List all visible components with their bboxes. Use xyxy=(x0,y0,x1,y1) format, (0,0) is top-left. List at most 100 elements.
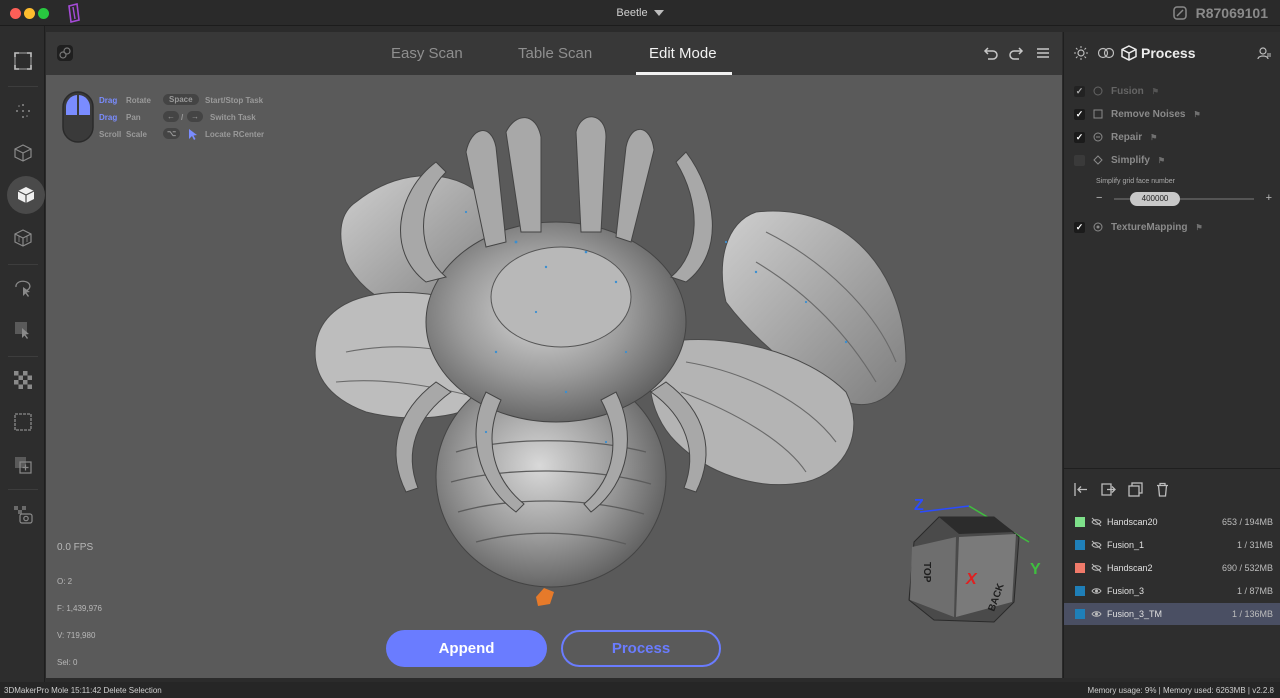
layer-row[interactable]: Fusion_3 1 / 87MB xyxy=(1064,580,1280,602)
simplify-slider[interactable]: − 400000 + xyxy=(1096,192,1272,206)
layer-name: Fusion_3_TM xyxy=(1107,609,1163,619)
mesh-tool[interactable] xyxy=(7,176,45,214)
textured-mesh-tool[interactable] xyxy=(8,223,38,253)
layer-color-swatch[interactable] xyxy=(1075,563,1085,573)
user-settings-icon[interactable] xyxy=(1257,46,1271,60)
layer-size: 1 / 31MB xyxy=(1236,540,1273,550)
add-region-tool[interactable] xyxy=(8,450,38,480)
cube-icon xyxy=(1121,45,1137,61)
layer-color-swatch[interactable] xyxy=(1075,586,1085,596)
fusion-label: Fusion xyxy=(1111,85,1144,97)
import-icon[interactable] xyxy=(1074,482,1089,497)
selection-count: Sel: 0 xyxy=(57,658,78,667)
hint-switch-task: Switch Task xyxy=(210,113,256,122)
append-button[interactable]: Append xyxy=(386,630,547,667)
process-option-remove-noises[interactable]: ✓ Remove Noises ⚑ xyxy=(1074,106,1201,122)
process-option-repair[interactable]: ✓ Repair ⚑ xyxy=(1074,129,1157,145)
simplify-icon xyxy=(1093,155,1103,165)
fps-readout: 0.0 FPS xyxy=(57,542,94,553)
layer-size: 1 / 87MB xyxy=(1236,586,1273,596)
axis-z-label: Z xyxy=(914,497,924,514)
redo-icon[interactable] xyxy=(1008,44,1026,62)
info-flag-icon: ⚑ xyxy=(1150,132,1158,142)
control-hints: Drag Rotate Drag Pan Scroll Scale Space … xyxy=(62,88,302,148)
remove-noises-icon xyxy=(1093,109,1103,119)
process-option-fusion[interactable]: ✓ Fusion ⚑ xyxy=(1074,83,1159,99)
wireframe-cube-icon xyxy=(14,144,32,162)
process-option-simplify[interactable]: Simplify ⚑ xyxy=(1074,152,1165,168)
increment-button[interactable]: + xyxy=(1266,192,1272,204)
add-square-icon xyxy=(15,457,32,474)
fusion-checkbox[interactable]: ✓ xyxy=(1074,85,1085,97)
memory-usage: Memory usage: 9% | Memory used: 6263MB |… xyxy=(1087,686,1274,695)
status-bar: 3DMakerPro Mole 15:11:42 Delete Selectio… xyxy=(0,682,1280,698)
hint-rotate: Rotate xyxy=(126,96,151,105)
info-flag-icon: ⚑ xyxy=(1195,222,1203,232)
trash-icon[interactable] xyxy=(1155,482,1170,497)
process-option-texture-mapping[interactable]: ✓ TextureMapping ⚑ xyxy=(1074,219,1203,235)
simplify-checkbox[interactable] xyxy=(1074,154,1085,166)
menu-icon[interactable] xyxy=(1034,44,1052,62)
lasso-cursor-icon xyxy=(15,280,31,297)
right-arrow-keycap: → xyxy=(187,111,203,122)
sun-icon[interactable] xyxy=(1074,46,1088,60)
tab-easy-scan[interactable]: Easy Scan xyxy=(391,45,463,62)
snapshot-tool[interactable] xyxy=(8,500,38,530)
undo-icon[interactable] xyxy=(981,44,999,62)
viewport-settings-button[interactable] xyxy=(57,45,73,61)
process-panel-header: Process xyxy=(1064,32,1280,74)
overlap-circles-icon[interactable] xyxy=(1098,46,1114,60)
checker-tool[interactable] xyxy=(8,365,38,395)
frame-select-tool[interactable] xyxy=(8,46,38,76)
layer-size: 653 / 194MB xyxy=(1221,517,1273,527)
process-button[interactable]: Process xyxy=(561,630,721,667)
textured-cube-icon xyxy=(14,229,32,247)
beetle-3d-model[interactable] xyxy=(286,92,916,612)
layer-color-swatch[interactable] xyxy=(1075,517,1085,527)
mouse-icon xyxy=(62,91,94,143)
layer-color-swatch[interactable] xyxy=(1075,540,1085,550)
decrement-button[interactable]: − xyxy=(1096,192,1102,204)
eye-hidden-icon[interactable] xyxy=(1091,563,1102,573)
box-select-tool[interactable] xyxy=(8,407,38,437)
tab-table-scan[interactable]: Table Scan xyxy=(518,45,592,62)
simplify-value[interactable]: 400000 xyxy=(1130,192,1180,206)
export-icon[interactable] xyxy=(1101,482,1116,497)
checkerboard-icon xyxy=(14,371,32,389)
texture-mapping-icon xyxy=(1093,222,1103,232)
cursor-icon xyxy=(189,129,197,140)
layer-row-selected[interactable]: Fusion_3_TM 1 / 136MB xyxy=(1064,603,1280,625)
hint-pan: Pan xyxy=(126,113,141,122)
tab-edit-mode[interactable]: Edit Mode xyxy=(649,45,717,62)
toolbar-divider xyxy=(8,86,38,87)
layer-row[interactable]: Fusion_1 1 / 31MB xyxy=(1064,534,1280,556)
hint-start-stop: Start/Stop Task xyxy=(205,96,264,105)
solid-cube-icon xyxy=(17,187,35,203)
remove-noises-checkbox[interactable]: ✓ xyxy=(1074,108,1085,120)
layer-color-swatch[interactable] xyxy=(1075,609,1085,619)
eye-icon[interactable] xyxy=(1091,609,1102,619)
duplicate-icon[interactable] xyxy=(1128,482,1143,497)
eye-hidden-icon[interactable] xyxy=(1091,517,1102,527)
layer-name: Handscan2 xyxy=(1107,563,1153,573)
wireframe-tool[interactable] xyxy=(8,138,38,168)
rect-select-tool[interactable] xyxy=(8,315,38,345)
texture-mapping-checkbox[interactable]: ✓ xyxy=(1074,221,1085,233)
device-link-icon xyxy=(1172,6,1187,20)
3d-viewport[interactable]: Easy Scan Table Scan Edit Mode Drag Rota… xyxy=(46,32,1062,678)
orientation-cube[interactable]: TOP BACK Z Y X xyxy=(894,492,1044,632)
repair-checkbox[interactable]: ✓ xyxy=(1074,131,1085,143)
eye-hidden-icon[interactable] xyxy=(1091,540,1102,550)
layer-row[interactable]: Handscan2 690 / 532MB xyxy=(1064,557,1280,579)
remove-noises-label: Remove Noises xyxy=(1111,108,1186,120)
device-indicator[interactable]: R87069101 xyxy=(1172,5,1268,21)
document-title[interactable]: Beetle xyxy=(0,7,1280,19)
point-cloud-tool[interactable] xyxy=(8,96,38,126)
lasso-select-tool[interactable] xyxy=(8,274,38,304)
layer-row[interactable]: Handscan20 653 / 194MB xyxy=(1064,511,1280,533)
eye-icon[interactable] xyxy=(1091,586,1102,596)
layer-name: Fusion_3 xyxy=(1107,586,1145,596)
hint-scroll-key: Scroll xyxy=(99,130,122,139)
info-flag-icon: ⚑ xyxy=(1193,109,1201,119)
link-icon xyxy=(59,47,71,59)
